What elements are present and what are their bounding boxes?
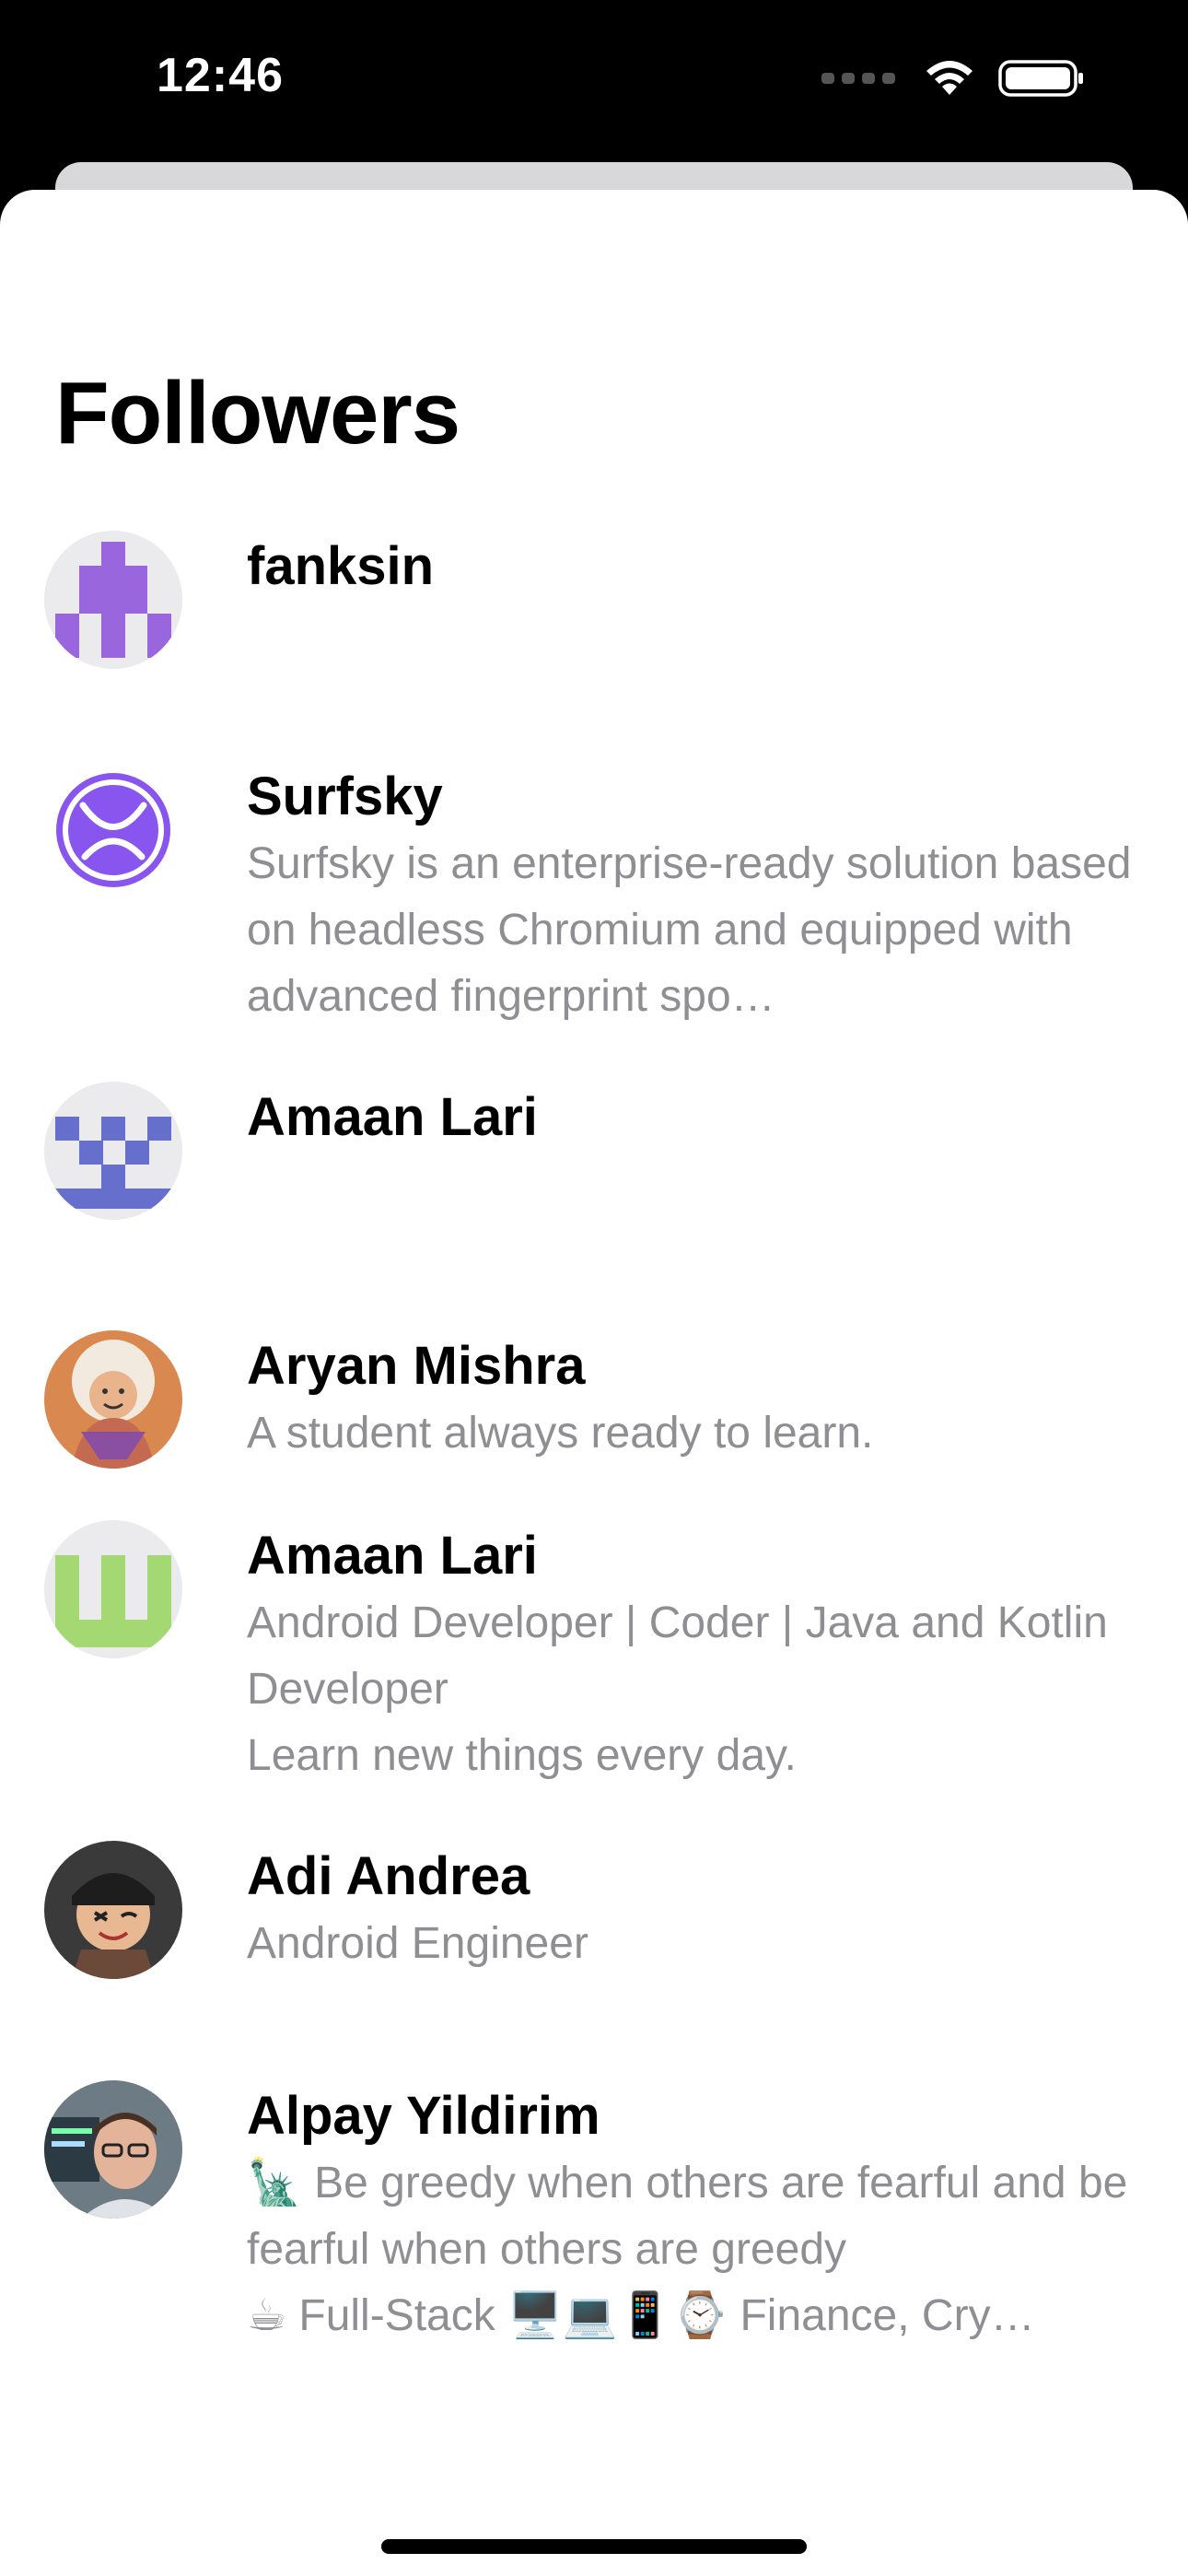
status-time: 12:46 xyxy=(157,49,284,102)
surfsky-logo-avatar xyxy=(44,761,182,899)
follower-bio: Android Developer | Coder | Java and Kot… xyxy=(247,1598,1108,1780)
follower-row[interactable]: Amaan Lari Android Developer | Coder | J… xyxy=(0,1520,1188,1789)
identicon-avatar xyxy=(44,1520,182,1658)
status-icons xyxy=(821,55,1085,101)
follower-name: fanksin xyxy=(247,536,435,596)
anime-character-avatar xyxy=(44,1330,182,1469)
profile-photo-avatar xyxy=(44,2080,182,2219)
status-bar: 12:46 xyxy=(0,0,1188,166)
follower-name: Amaan Lari xyxy=(247,1087,538,1147)
page-title: Followers xyxy=(55,364,460,463)
cartoon-character-avatar xyxy=(44,1841,182,1979)
follower-row[interactable]: Aryan Mishra A student always ready to l… xyxy=(0,1330,1188,1469)
follower-row[interactable]: Amaan Lari xyxy=(0,1082,1188,1220)
follower-name: Aryan Mishra xyxy=(247,1336,586,1396)
battery-icon xyxy=(998,60,1083,97)
follower-bio: 🗽 Be greedy when others are fearful and … xyxy=(247,2159,1128,2340)
follower-name: Adi Andrea xyxy=(247,1846,530,1906)
home-indicator[interactable] xyxy=(381,2539,807,2554)
identicon-avatar xyxy=(44,531,182,669)
cellular-signal-icon xyxy=(821,73,895,84)
follower-bio: Android Engineer xyxy=(247,1919,588,1968)
follower-bio: A student always ready to learn. xyxy=(247,1409,874,1458)
follower-name: Surfsky xyxy=(247,767,443,826)
follower-row[interactable]: Surfsky Surfsky is an enterprise-ready s… xyxy=(0,761,1188,1030)
follower-name: Alpay Yildirim xyxy=(247,2086,600,2146)
followers-sheet: Followers fanksin Surfsky Surfsky is an … xyxy=(0,190,1188,2576)
follower-row[interactable]: fanksin xyxy=(0,531,1188,669)
follower-row[interactable]: Adi Andrea Android Engineer xyxy=(0,1841,1188,1979)
identicon-avatar xyxy=(44,1082,182,1220)
wifi-icon xyxy=(926,61,973,95)
followers-list: fanksin Surfsky Surfsky is an enterprise… xyxy=(0,531,1188,2401)
follower-bio: Surfsky is an enterprise-ready solution … xyxy=(247,839,1132,1021)
follower-name: Amaan Lari xyxy=(247,1526,538,1586)
follower-row[interactable]: Alpay Yildirim 🗽 Be greedy when others a… xyxy=(0,2080,1188,2349)
